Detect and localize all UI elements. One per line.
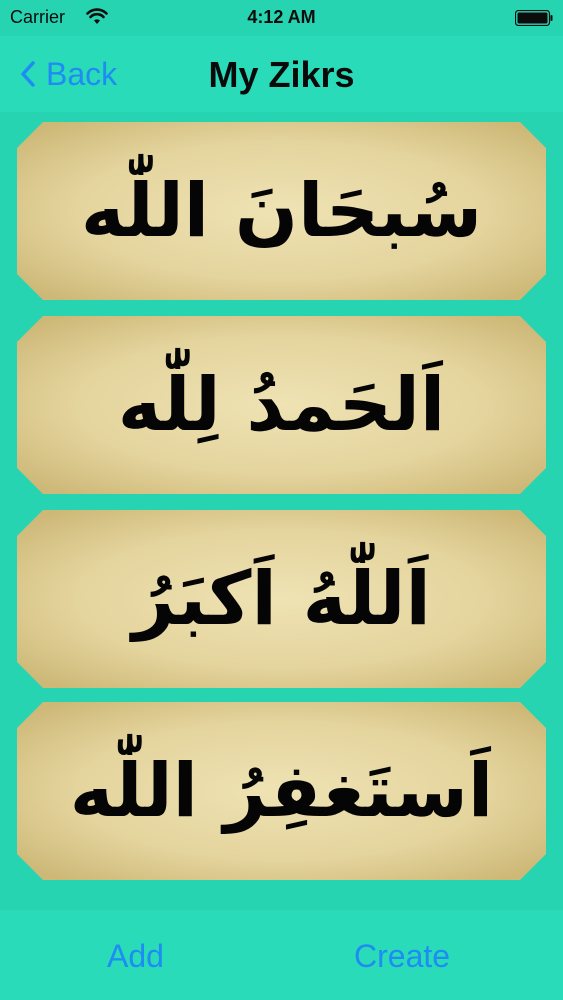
create-button[interactable]: Create [354, 938, 450, 975]
clock: 4:12 AM [247, 7, 316, 27]
chevron-left-icon [21, 61, 35, 87]
bottom-toolbar: Add Create [0, 910, 563, 1000]
page-title-text: My Zikrs [208, 54, 355, 95]
zikr-text: اَلحَمدُ لِلّٰه [117, 362, 446, 448]
zikr-text: سُبحَانَ اللّٰه [80, 168, 483, 254]
status-bar: Carrier 4:12 AM [0, 0, 563, 36]
battery-icon [515, 10, 553, 26]
navigation-bar: Back My Zikrs [0, 36, 563, 112]
zikr-card-subhanallah[interactable]: سُبحَانَ اللّٰه [17, 122, 546, 300]
add-button[interactable]: Add [107, 938, 164, 975]
zikr-card-allahu-akbar[interactable]: اَللّٰهُ اَكبَرُ [17, 510, 546, 688]
zikr-text: اَستَغفِرُ اللّٰه [69, 748, 494, 834]
back-button-label: Back [46, 55, 118, 92]
zikr-card-alhamdulillah[interactable]: اَلحَمدُ لِلّٰه [17, 316, 546, 494]
zikr-text: اَللّٰهُ اَكبَرُ [132, 556, 431, 642]
zikr-card-astaghfirullah[interactable]: اَستَغفِرُ اللّٰه [17, 702, 546, 880]
back-button[interactable]: Back [18, 54, 117, 94]
